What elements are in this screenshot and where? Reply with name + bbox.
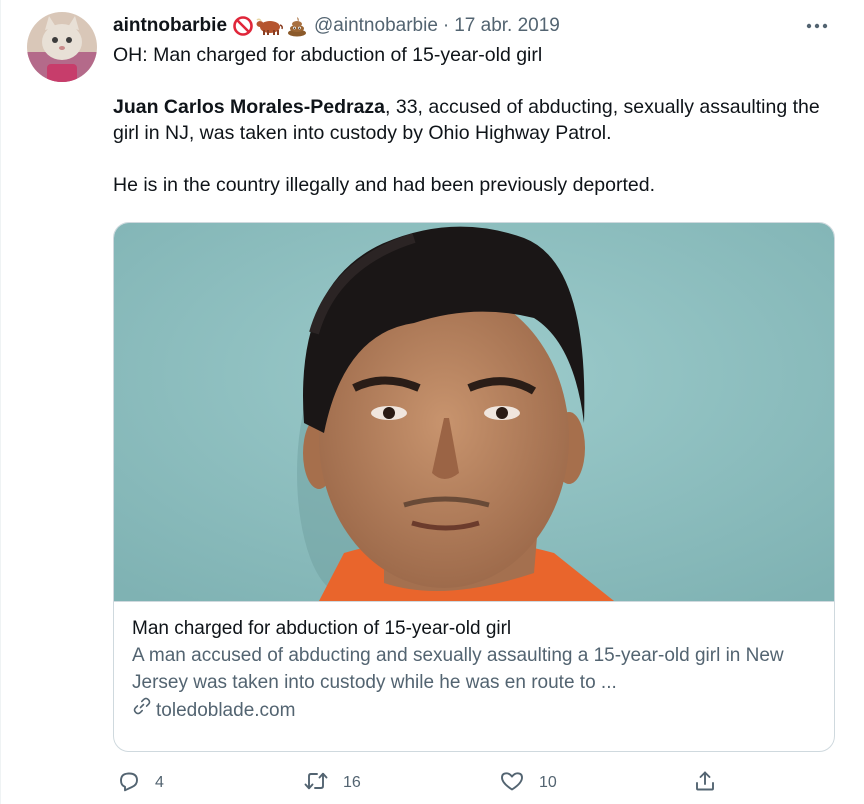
card-domain-text: toledoblade.com: [156, 699, 296, 721]
card-description: A man accused of abducting and sexually …: [132, 645, 784, 693]
user-handle[interactable]: @aintnobarbie: [314, 15, 438, 37]
card-text: Man charged for abduction of 15-year-old…: [132, 615, 822, 724]
tweet-line-1: OH: Man charged for abduction of 15-year…: [113, 44, 543, 66]
retweet-count: 16: [343, 774, 361, 791]
tweet-text: OH: Man charged for abduction of 15-year…: [113, 42, 833, 198]
reply-count: 4: [155, 774, 164, 791]
link-icon: [132, 696, 152, 724]
reply-icon: [117, 769, 141, 798]
display-name[interactable]: aintnobarbie: [113, 15, 227, 37]
tweet-actions: 4 16 10: [113, 766, 733, 800]
share-icon: [693, 769, 717, 798]
tweet-date[interactable]: 17 abr. 2019: [454, 15, 560, 37]
no-entry-icon: [232, 15, 254, 37]
card-title: Man charged for abduction of 15-year-old…: [132, 618, 512, 639]
more-options-icon[interactable]: [800, 12, 834, 40]
heart-icon: [499, 769, 525, 798]
card-image[interactable]: [114, 223, 834, 602]
link-card[interactable]: Man charged for abduction of 15-year-old…: [113, 222, 835, 752]
tweet: aintnobarbie @aintnobarbie · 17 abr. 201…: [0, 0, 864, 804]
reply-button[interactable]: 4: [117, 766, 164, 800]
like-count: 10: [539, 774, 557, 791]
tweet-paragraph-3: He is in the country illegally and had b…: [113, 174, 656, 196]
header-separator: ·: [442, 15, 450, 36]
retweet-button[interactable]: 16: [303, 766, 361, 800]
ox-icon: [256, 15, 284, 37]
suspect-name: Juan Carlos Morales-Pedraza: [113, 96, 386, 118]
retweet-icon: [303, 769, 329, 798]
like-button[interactable]: 10: [499, 766, 557, 800]
avatar[interactable]: [27, 12, 97, 82]
card-domain: toledoblade.com: [132, 696, 822, 724]
name-emoji-group: [232, 15, 308, 37]
tweet-paragraph-2: Juan Carlos Morales-Pedraza, 33, accused…: [113, 94, 833, 146]
pile-of-poo-icon: [286, 15, 308, 37]
share-button[interactable]: [693, 766, 717, 800]
tweet-header: aintnobarbie @aintnobarbie · 17 abr. 201…: [113, 12, 560, 40]
